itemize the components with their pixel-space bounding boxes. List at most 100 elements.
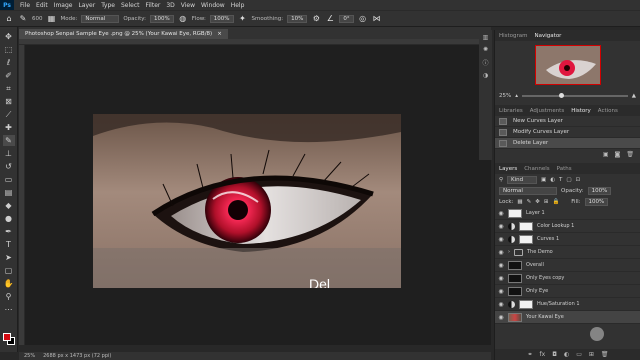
tab-actions[interactable]: Actions — [598, 108, 618, 114]
document-tab[interactable]: Photoshop Senpai Sample Eye .png @ 25% (… — [19, 29, 228, 39]
brush-settings-icon[interactable]: ▦ — [47, 14, 57, 24]
layer-row[interactable]: ◉ Color Lookup 1 — [495, 220, 640, 233]
lock-all-icon[interactable]: 🔒 — [552, 199, 559, 205]
type-tool-icon[interactable]: T — [3, 239, 15, 250]
layer-row[interactable]: ◉ Hue/Saturation 1 — [495, 298, 640, 311]
move-tool-icon[interactable]: ✥ — [3, 31, 15, 42]
tab-navigator[interactable]: Navigator — [535, 33, 562, 39]
layer-row[interactable]: ◉ Only Eye — [495, 285, 640, 298]
visibility-eye-icon[interactable]: ◉ — [498, 301, 504, 308]
navigator-zoom-slider[interactable] — [522, 93, 628, 98]
filter-pixel-icon[interactable]: ▣ — [541, 177, 546, 183]
snapshot-icon[interactable]: ◙ — [615, 151, 621, 158]
history-brush-tool-icon[interactable]: ↺ — [3, 161, 15, 172]
filter-smart-object-icon[interactable]: ⊡ — [576, 177, 581, 183]
brush-tool-icon[interactable]: ✎ — [2, 135, 15, 146]
tab-libraries[interactable]: Libraries — [499, 108, 523, 114]
new-group-icon[interactable]: ▭ — [576, 351, 582, 358]
lock-image-icon[interactable]: ✎ — [527, 199, 532, 205]
lock-transparent-icon[interactable]: ▦ — [517, 199, 522, 205]
lock-position-icon[interactable]: ✥ — [535, 199, 540, 205]
tab-history[interactable]: History — [571, 108, 591, 114]
filter-adjustment-icon[interactable]: ◐ — [550, 177, 555, 183]
color-icon[interactable]: ◑ — [483, 72, 488, 79]
trash-icon[interactable]: 🗑 — [626, 151, 634, 158]
marquee-tool-icon[interactable]: ⬚ — [3, 44, 15, 55]
smoothing-field[interactable]: 10% — [287, 14, 308, 23]
more-tools-icon[interactable]: ⋯ — [3, 304, 15, 315]
layer-row[interactable]: ◉ Only Eyes copy — [495, 272, 640, 285]
quick-select-tool-icon[interactable]: ✐ — [3, 70, 15, 81]
layer-row[interactable]: ◉ Overall — [495, 259, 640, 272]
visibility-eye-icon[interactable]: ◉ — [498, 262, 504, 269]
link-layers-icon[interactable]: ⚭ — [527, 351, 532, 358]
mode-select[interactable]: Normal — [81, 14, 120, 23]
menu-help[interactable]: Help — [228, 2, 248, 9]
smoothing-options-icon[interactable]: ⚙ — [311, 14, 321, 24]
path-select-tool-icon[interactable]: ➤ — [3, 252, 15, 263]
foreground-color-swatch[interactable] — [3, 333, 11, 341]
menu-window[interactable]: Window — [198, 2, 228, 9]
menu-layer[interactable]: Layer — [75, 2, 98, 9]
menu-edit[interactable]: Edit — [33, 2, 51, 9]
navigator-thumbnail[interactable] — [534, 45, 601, 85]
visibility-eye-icon[interactable]: ◉ — [498, 288, 504, 295]
flow-field[interactable]: 100% — [209, 14, 234, 23]
pressure-opacity-icon[interactable]: ◍ — [178, 14, 188, 24]
blend-mode-select[interactable]: Normal — [499, 186, 557, 195]
menu-view[interactable]: View — [178, 2, 198, 9]
brush-tool-icon[interactable]: ✎ — [18, 14, 28, 24]
status-zoom[interactable]: 25% — [24, 353, 35, 359]
expand-group-icon[interactable]: › — [508, 249, 510, 255]
slider-knob[interactable] — [559, 93, 565, 98]
pen-tool-icon[interactable]: ✒ — [3, 226, 15, 237]
zoom-in-icon[interactable]: ▲ — [632, 93, 636, 99]
kind-filter-select[interactable]: Kind — [507, 175, 538, 184]
visibility-eye-icon[interactable]: ◉ — [498, 223, 504, 230]
opacity-field[interactable]: 100% — [149, 14, 174, 23]
menu-select[interactable]: Select — [118, 2, 143, 9]
home-icon[interactable]: ⌂ — [4, 14, 14, 24]
menu-3d[interactable]: 3D — [163, 2, 177, 9]
layer-row[interactable]: ◉ Curves 1 — [495, 233, 640, 246]
history-state[interactable]: New Curves Layer — [495, 116, 640, 127]
crop-tool-icon[interactable]: ⌗ — [3, 83, 15, 94]
visibility-eye-icon[interactable]: ◉ — [498, 210, 504, 217]
healing-tool-icon[interactable]: ✚ — [3, 122, 15, 133]
angle-field[interactable]: 0° — [339, 14, 354, 23]
history-state-selected[interactable]: Delete Layer — [495, 138, 640, 149]
hand-tool-icon[interactable]: ✋ — [3, 278, 15, 289]
add-mask-icon[interactable]: ◘ — [552, 351, 557, 358]
layer-opacity-field[interactable]: 100% — [587, 186, 612, 195]
new-layer-icon[interactable]: ⊞ — [589, 351, 594, 358]
filter-type-icon[interactable]: T — [559, 177, 562, 183]
fill-field[interactable]: 100% — [584, 197, 609, 206]
layer-style-icon[interactable]: fx — [540, 351, 546, 358]
brush-size[interactable]: 600 — [32, 16, 43, 22]
visibility-eye-icon[interactable]: ◉ — [498, 236, 504, 243]
tab-layers[interactable]: Layers — [499, 166, 517, 172]
blur-tool-icon[interactable]: ◆ — [3, 200, 15, 211]
dodge-tool-icon[interactable]: ● — [3, 213, 15, 224]
new-document-from-state-icon[interactable]: ▣ — [603, 151, 609, 158]
properties-icon[interactable]: ▥ — [483, 34, 489, 41]
document-canvas[interactable]: Del — [93, 114, 401, 288]
clone-stamp-tool-icon[interactable]: ⊥ — [3, 148, 15, 159]
gradient-tool-icon[interactable]: ▤ — [3, 187, 15, 198]
frame-tool-icon[interactable]: ⊠ — [3, 96, 15, 107]
menu-filter[interactable]: Filter — [143, 2, 164, 9]
layer-row[interactable]: ◉ Layer 1 — [495, 207, 640, 220]
zoom-tool-icon[interactable]: ⚲ — [3, 291, 15, 302]
airbrush-icon[interactable]: ✦ — [238, 14, 248, 24]
navigator-zoom-value[interactable]: 25% — [499, 93, 511, 99]
lasso-tool-icon[interactable]: ℓ — [3, 57, 15, 68]
tab-adjustments[interactable]: Adjustments — [530, 108, 564, 114]
eyedropper-tool-icon[interactable]: ⟋ — [3, 109, 15, 120]
filter-shape-icon[interactable]: ▢ — [566, 177, 571, 183]
eraser-tool-icon[interactable]: ▭ — [3, 174, 15, 185]
symmetry-icon[interactable]: ⋈ — [372, 14, 382, 24]
new-adjustment-icon[interactable]: ◐ — [564, 351, 569, 358]
history-state[interactable]: Modify Curves Layer — [495, 127, 640, 138]
info-icon[interactable]: ⓘ — [482, 58, 488, 67]
visibility-eye-icon[interactable]: ◉ — [498, 249, 504, 256]
